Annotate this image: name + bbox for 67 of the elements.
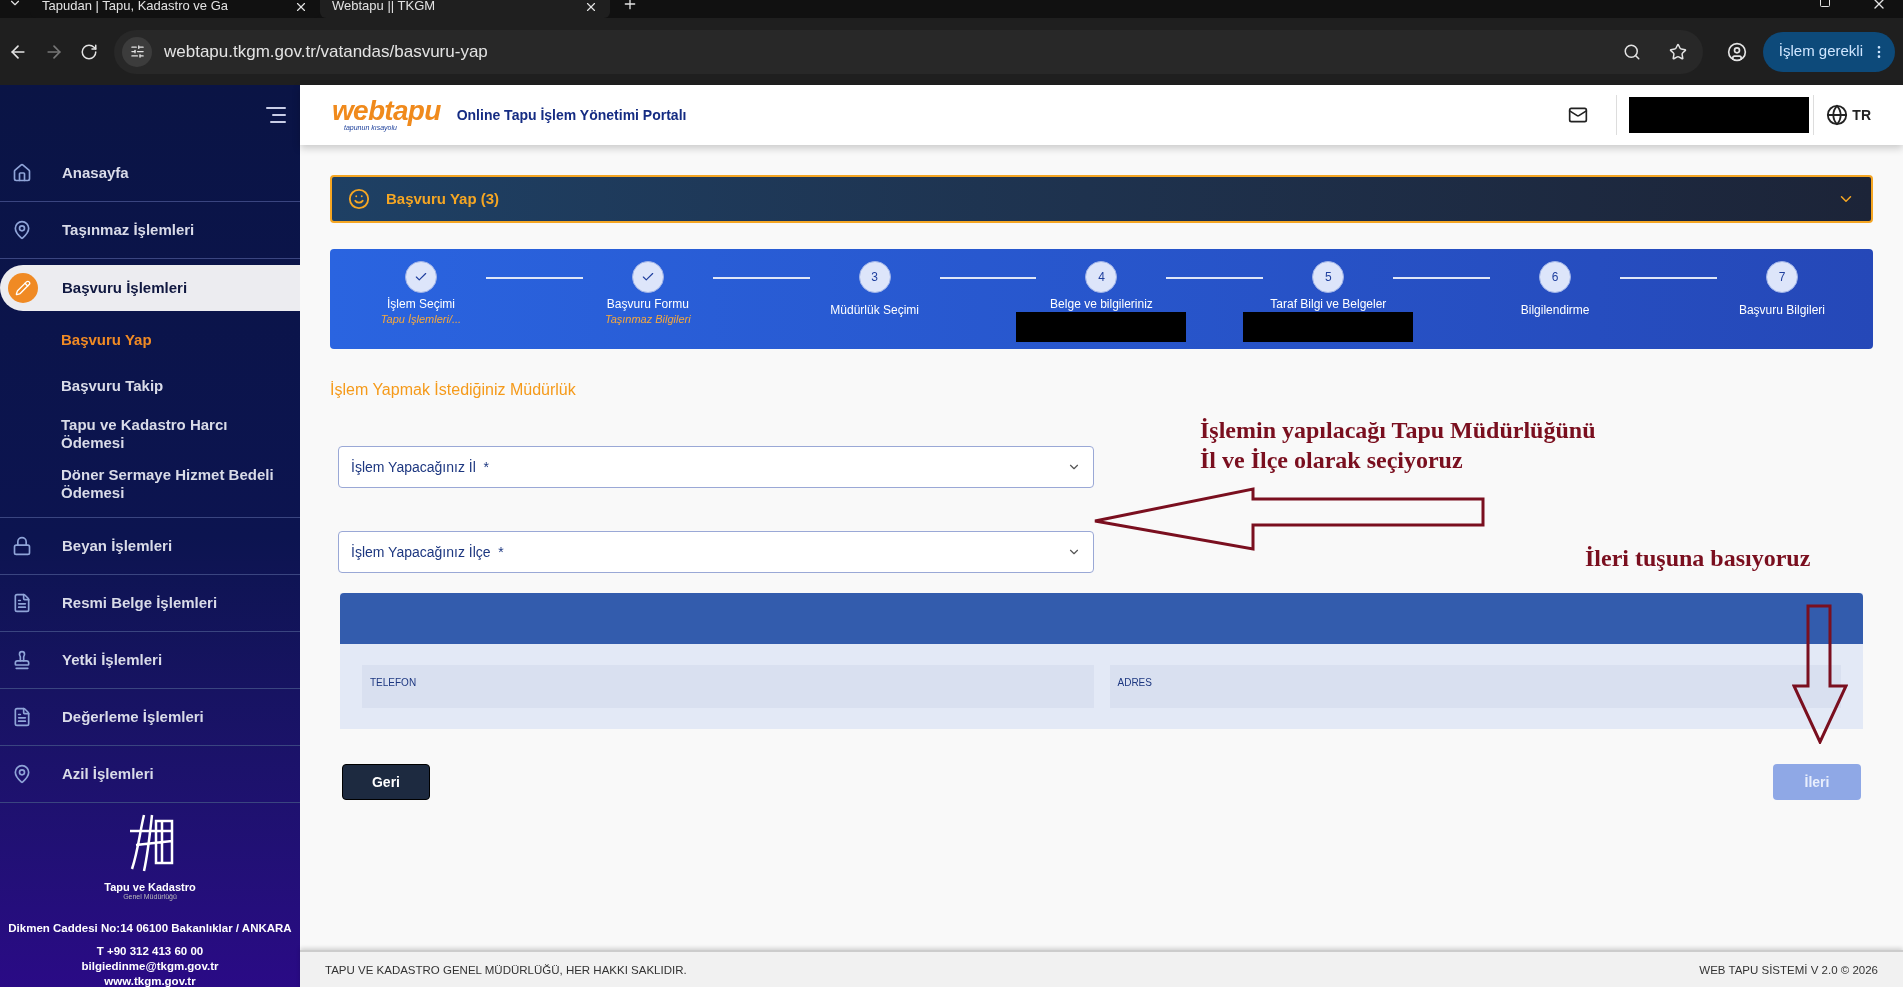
check-icon bbox=[640, 270, 655, 284]
step-label: Bilgilendirme bbox=[1520, 302, 1590, 319]
portal-title: Online Tapu İşlem Yönetimi Portalı bbox=[456, 105, 687, 125]
contact-text: bilgiedinme@tkgm.gov.tr bbox=[81, 959, 219, 974]
bookmark-icon[interactable] bbox=[1668, 42, 1687, 61]
sidebar-item[interactable]: Anasayfa bbox=[0, 145, 300, 201]
sidebar-item[interactable]: Başvuru İşlemleri bbox=[0, 265, 300, 311]
accordion-title: Başvuru Yap (3) bbox=[386, 188, 501, 209]
logo-wordmark: webtapu bbox=[332, 98, 441, 124]
step-label: Müdürlük Seçimi bbox=[830, 302, 919, 319]
profile-icon[interactable] bbox=[1726, 41, 1747, 62]
check-icon bbox=[414, 270, 428, 284]
address-bar[interactable]: webtapu.tkgm.gov.tr/vatandas/basvuru-yap bbox=[114, 29, 1703, 74]
sliders-icon bbox=[129, 44, 145, 59]
url-text: webtapu.tkgm.gov.tr/vatandas/basvuru-yap bbox=[164, 40, 489, 63]
document-icon bbox=[12, 593, 32, 613]
select-field[interactable]: İşlem Yapacağınız İl * bbox=[338, 446, 1094, 488]
logo-text: Tapu ve Kadastro bbox=[104, 881, 196, 893]
lock-icon bbox=[12, 536, 32, 556]
step-label: İşlem Seçimi bbox=[387, 296, 455, 313]
update-button[interactable]: İşlem gerekli bbox=[1762, 31, 1895, 72]
step-sublabel: Taşınmaz Bilgileri bbox=[604, 313, 691, 325]
back-button[interactable]: Geri bbox=[342, 764, 430, 800]
house-icon bbox=[12, 163, 32, 183]
close-icon[interactable] bbox=[584, 0, 598, 14]
step-label: Taraf Bilgi ve Belgeler bbox=[1270, 296, 1387, 313]
contact-text: Dikmen Caddesi No:14 06100 Bakanlıklar / ANKARA bbox=[8, 921, 292, 936]
smile-icon bbox=[348, 188, 370, 210]
submenu-item[interactable]: Başvuru Yap bbox=[0, 317, 300, 363]
pin-icon bbox=[12, 764, 32, 784]
document-icon bbox=[12, 707, 32, 727]
annotation-text: İleri tuşuna basıyoruz bbox=[1585, 544, 1811, 573]
step-sublabel: Tapu İşlemleri/... bbox=[380, 313, 462, 325]
submenu-item[interactable]: Tapu ve Kadastro Harcı Ödemesi bbox=[0, 409, 300, 459]
sidebar-item[interactable]: Azil İşlemleri bbox=[0, 746, 300, 802]
sidebar-item[interactable]: Değerleme İşlemleri bbox=[0, 689, 300, 745]
submenu-item[interactable]: Başvuru Takip bbox=[0, 363, 300, 409]
site-info-button[interactable] bbox=[122, 36, 152, 67]
copyright-text: TAPU VE KADASTRO GENEL MÜDÜRLÜĞÜ, HER HAKKI SAKLIDIR. bbox=[325, 962, 687, 978]
globe-icon[interactable] bbox=[1826, 104, 1849, 126]
annotation-text: İşlemin yapılacağı Tapu Müdürlüğünü İl ve İlçe olarak seçiyoruz bbox=[1200, 416, 1596, 475]
mail-icon[interactable] bbox=[1568, 105, 1589, 125]
reload-icon[interactable] bbox=[80, 42, 98, 61]
close-icon[interactable] bbox=[294, 0, 308, 14]
sidebar-item[interactable]: Taşınmaz İşlemleri bbox=[0, 202, 300, 258]
contact-text: T +90 312 413 60 00 bbox=[96, 944, 204, 959]
browser-tab[interactable]: Webtapu || TKGM bbox=[320, 0, 610, 18]
stamp-icon bbox=[12, 650, 32, 670]
version-text: WEB TAPU SİSTEMİ V 2.0 © 2026 bbox=[1699, 962, 1878, 978]
step-label: Başvuru Bilgileri bbox=[1738, 302, 1825, 319]
select-field[interactable]: İşlem Yapacağınız İlçe * bbox=[338, 531, 1094, 573]
accordion-header[interactable]: Başvuru Yap (3) bbox=[330, 175, 1873, 223]
sidebar-item[interactable]: Resmi Belge İşlemleri bbox=[0, 575, 300, 631]
step-label: Belge ve bilgileriniz bbox=[1050, 296, 1153, 313]
new-tab-icon[interactable] bbox=[622, 0, 638, 12]
pin-icon bbox=[12, 220, 32, 240]
submenu-item[interactable]: Döner Sermaye Hizmet Bedeli Ödemesi bbox=[0, 459, 300, 509]
language-selector[interactable]: TR bbox=[1852, 104, 1871, 126]
contact-text: www.tkgm.gov.tr bbox=[104, 974, 196, 987]
zoom-icon[interactable] bbox=[1622, 42, 1641, 61]
info-field: TELEFON bbox=[362, 665, 1094, 708]
pencil-icon bbox=[8, 273, 38, 303]
sidebar-item[interactable]: Beyan İşlemleri bbox=[0, 518, 300, 574]
section-title: İşlem Yapmak İstediğiniz Müdürlük bbox=[330, 380, 577, 400]
step-label: Başvuru Formu bbox=[606, 296, 689, 313]
info-field: ADRES bbox=[1109, 665, 1841, 708]
sidebar-item[interactable]: Yetki İşlemleri bbox=[0, 632, 300, 688]
